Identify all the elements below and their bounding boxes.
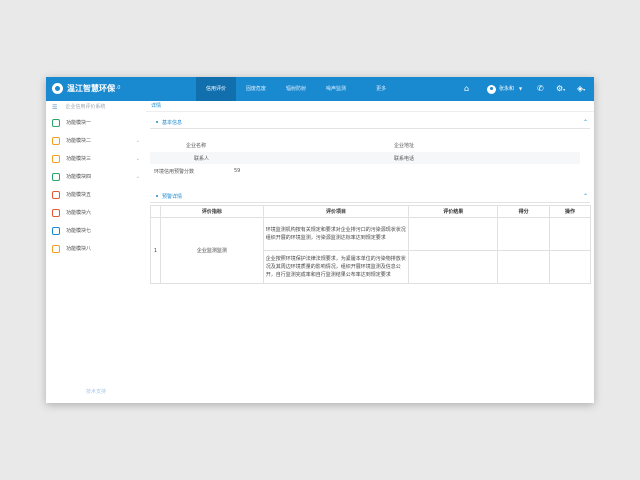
sidebar-item-module-2[interactable]: 功能模块二 ⌄ bbox=[46, 132, 146, 150]
logo-icon bbox=[52, 83, 63, 94]
chevron-down-icon[interactable]: ⌄ bbox=[136, 168, 140, 186]
sidebar-item-module-3[interactable]: 功能模块三 ⌄ bbox=[46, 150, 146, 168]
module-icon bbox=[52, 245, 60, 253]
top-nav: 信用评价 固废危废 辐射防射 噪声监测 更多 bbox=[196, 77, 396, 101]
score-label: 环境信用预警分数 bbox=[154, 169, 195, 175]
sidebar-header[interactable]: ☰ 企业信用评价系统 bbox=[46, 101, 146, 114]
module-icon bbox=[52, 155, 60, 163]
bullet-icon bbox=[156, 121, 158, 123]
info-row-contact: 联系人 联系电话 bbox=[150, 152, 580, 164]
row-result-2 bbox=[408, 250, 499, 284]
nav-radiation[interactable]: 辐射防射 bbox=[276, 77, 316, 101]
top-bar: 温江智慧环保 V3.0 信用评价 固废危废 辐射防射 噪声监测 更多 ⌂ 张永和… bbox=[46, 77, 594, 101]
breadcrumb: 详情 bbox=[146, 101, 594, 112]
module-icon bbox=[52, 137, 60, 145]
sidebar-footer: 技术支持 bbox=[85, 389, 106, 395]
col-result: 评价结果 bbox=[408, 205, 499, 218]
warning-detail-header[interactable]: 预警详情 ⌃ bbox=[150, 192, 590, 203]
main-content: 详情 基本信息 ⌃ 企业名称 企业地址 联系人 联系电话 环境信用预警分数 59… bbox=[146, 101, 594, 403]
row-score-2 bbox=[497, 250, 551, 284]
nav-credit-eval[interactable]: 信用评价 bbox=[196, 77, 237, 101]
phone-icon[interactable]: ✆ bbox=[537, 83, 544, 95]
evaluation-table: 评价指标 评价项目 评价结果 得分 操作 1 企业监测监测 环境监测机构按有关规… bbox=[150, 205, 591, 284]
score-value: 59 bbox=[234, 168, 241, 174]
col-indicator: 评价指标 bbox=[159, 205, 264, 218]
phone-label: 联系电话 bbox=[394, 156, 415, 162]
collapse-icon[interactable]: ⌃ bbox=[583, 192, 588, 202]
module-icon bbox=[52, 209, 60, 217]
sidebar-item-label: 功能模块一 bbox=[66, 120, 92, 126]
sidebar-item-label: 功能模块五 bbox=[66, 192, 92, 198]
nav-solid-waste[interactable]: 固废危废 bbox=[236, 77, 276, 101]
brand-title: 温江智慧环保 bbox=[67, 84, 115, 93]
version-label: V3.0 bbox=[109, 85, 121, 91]
col-score: 得分 bbox=[497, 205, 551, 218]
nav-more[interactable]: 更多 bbox=[366, 77, 396, 101]
col-action: 操作 bbox=[549, 205, 591, 218]
menu-icon[interactable]: ☰ bbox=[52, 101, 57, 114]
app-window: 温江智慧环保 V3.0 信用评价 固废危废 辐射防射 噪声监测 更多 ⌂ 张永和… bbox=[46, 77, 594, 403]
basic-info-title: 基本信息 bbox=[162, 120, 183, 126]
chevron-down-icon: ▼ bbox=[519, 86, 523, 91]
module-icon bbox=[52, 227, 60, 235]
table-header-row: 评价指标 评价项目 评价结果 得分 操作 bbox=[150, 205, 591, 218]
col-item: 评价项目 bbox=[262, 205, 410, 218]
row-result-1 bbox=[408, 217, 499, 251]
sidebar-item-module-4[interactable]: 功能模块四 ⌄ bbox=[46, 168, 146, 186]
sidebar-item-label: 功能模块八 bbox=[66, 246, 92, 252]
layers-icon[interactable]: ◈▾ bbox=[577, 83, 585, 96]
basic-info-header[interactable]: 基本信息 ⌃ bbox=[150, 118, 590, 129]
home-icon[interactable]: ⌂ bbox=[464, 83, 469, 95]
row-item-1: 环境监测机构按有关规定和要求对企业排污口的污染源现状状况组织开展的环境监测，污染… bbox=[262, 217, 410, 251]
company-address-label: 企业地址 bbox=[394, 143, 415, 149]
nav-noise[interactable]: 噪声监测 bbox=[316, 77, 356, 101]
chevron-down-icon[interactable]: ⌄ bbox=[136, 150, 140, 168]
user-name: 张永和 bbox=[499, 86, 515, 92]
col-index bbox=[150, 205, 161, 218]
table-row: 1 企业监测监测 环境监测机构按有关规定和要求对企业排污口的污染源现状状况组织开… bbox=[150, 217, 591, 284]
sidebar-item-module-1[interactable]: 功能模块一 bbox=[46, 114, 146, 132]
sidebar-item-label: 功能模块四 bbox=[66, 174, 92, 180]
user-menu[interactable]: 张永和 ▼ bbox=[487, 83, 522, 95]
sidebar-item-module-6[interactable]: 功能模块六 bbox=[46, 204, 146, 222]
company-name-label: 企业名称 bbox=[186, 143, 207, 149]
row-score-1 bbox=[497, 217, 551, 251]
row-action-2 bbox=[549, 250, 591, 284]
row-indicator: 企业监测监测 bbox=[159, 217, 264, 284]
sidebar-item-label: 功能模块六 bbox=[66, 210, 92, 216]
sidebar-item-module-8[interactable]: 功能模块八 bbox=[46, 240, 146, 258]
module-icon bbox=[52, 119, 60, 127]
warning-detail-title: 预警详情 bbox=[162, 194, 183, 200]
collapse-icon[interactable]: ⌃ bbox=[583, 118, 588, 128]
info-row-company: 企业名称 企业地址 bbox=[150, 139, 580, 151]
sidebar-item-module-7[interactable]: 功能模块七 bbox=[46, 222, 146, 240]
sidebar: ☰ 企业信用评价系统 功能模块一 功能模块二 ⌄ 功能模块三 ⌄ 功能模块四 ⌄ 功能模块五功… bbox=[46, 101, 147, 403]
user-icon bbox=[487, 84, 496, 94]
sidebar-item-label: 功能模块三 bbox=[66, 156, 92, 162]
row-index: 1 bbox=[150, 217, 161, 284]
sidebar-title: 企业信用评价系统 bbox=[65, 104, 106, 110]
row-item-2: 企业按照环境保护法律法规要求，为紧履本单位的污染物排放状况及其周边环境质量的影响… bbox=[262, 250, 410, 284]
sidebar-item-label: 功能模块七 bbox=[66, 228, 92, 234]
bullet-icon bbox=[156, 195, 158, 197]
sidebar-item-module-5[interactable]: 功能模块五 bbox=[46, 186, 146, 204]
module-icon bbox=[52, 191, 60, 199]
sidebar-item-label: 功能模块二 bbox=[66, 138, 92, 144]
settings-icon[interactable]: ⚙▾ bbox=[556, 83, 565, 96]
module-icon bbox=[52, 173, 60, 181]
chevron-down-icon[interactable]: ⌄ bbox=[136, 132, 140, 150]
contact-label: 联系人 bbox=[194, 156, 210, 162]
info-row-score: 环境信用预警分数 59 bbox=[150, 165, 580, 177]
row-action-1 bbox=[549, 217, 591, 251]
